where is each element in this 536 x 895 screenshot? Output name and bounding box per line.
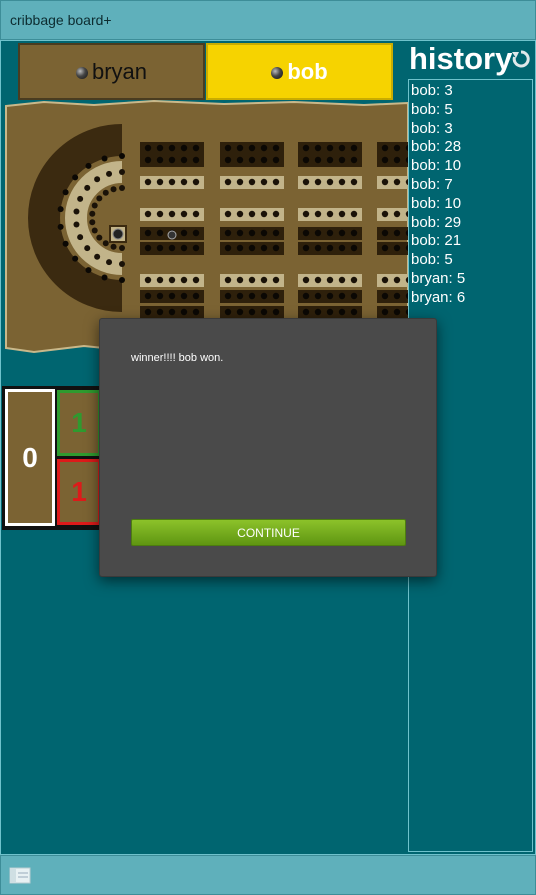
- history-entry: bob: 28: [411, 138, 462, 156]
- history-entry: bob: 5: [411, 251, 453, 269]
- winner-dialog: winner!!!! bob won. CONTINUE: [99, 318, 437, 577]
- player-name-bryan: bryan: [91, 58, 148, 84]
- player-tab-bryan[interactable]: bryan: [18, 43, 205, 100]
- menu-icon[interactable]: [8, 865, 32, 885]
- history-entry: bob: 7: [411, 175, 453, 193]
- player-name-bob: bob: [287, 58, 328, 84]
- history-entry: bob: 3: [411, 82, 453, 99]
- history-title: history: [409, 41, 513, 76]
- score-red[interactable]: 1: [57, 459, 101, 525]
- app-title: cribbage board+: [10, 12, 112, 28]
- player-tab-bob[interactable]: bob: [206, 43, 393, 100]
- score-green[interactable]: 1: [57, 390, 101, 456]
- history-entry: bob: 5: [411, 100, 453, 118]
- history-entry: bryan: 5: [411, 269, 466, 287]
- history-entry: bob: 10: [411, 194, 462, 212]
- history-entry: bob: 21: [411, 232, 462, 250]
- history-entry: bob: 3: [411, 119, 453, 137]
- score-main[interactable]: 0: [5, 389, 55, 526]
- app-title-bar: cribbage board+: [0, 0, 536, 40]
- bottom-bar: [0, 855, 536, 895]
- continue-button[interactable]: CONTINUE: [131, 519, 406, 546]
- history-entry: bob: 29: [411, 213, 462, 231]
- refresh-icon[interactable]: [511, 49, 531, 69]
- history-entry: bob: 10: [411, 157, 462, 175]
- peg-icon: [271, 67, 284, 79]
- dialog-message: winner!!!! bob won.: [131, 352, 224, 364]
- peg-icon: [75, 67, 88, 79]
- history-entry: bryan: 6: [411, 288, 466, 306]
